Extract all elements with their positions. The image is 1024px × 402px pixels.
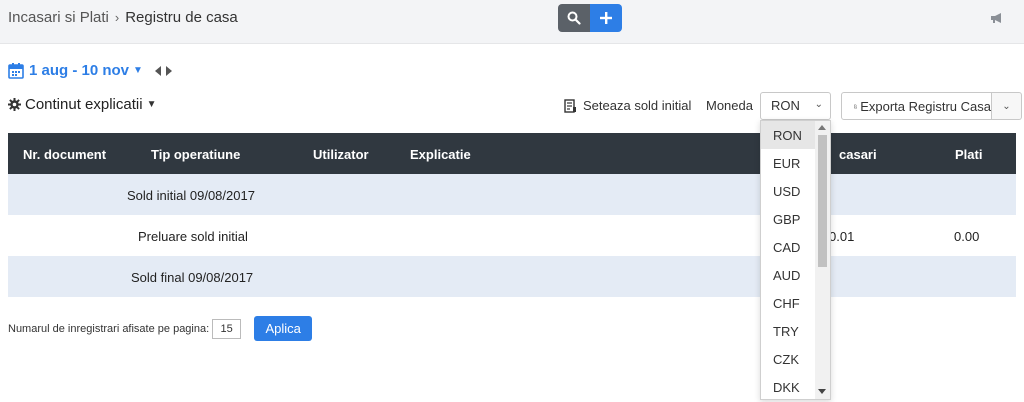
set-initial-balance-button[interactable]: Seteaza sold initial xyxy=(564,98,691,113)
chevron-down-icon[interactable]: ▼ xyxy=(133,65,143,76)
currency-label: Moneda xyxy=(706,98,753,113)
export-options-toggle[interactable]: ⌄ xyxy=(992,92,1022,120)
table-row: Sold final 09/08/2017 xyxy=(8,256,1016,297)
breadcrumb-root-link[interactable]: Incasari si Plati xyxy=(8,9,109,26)
table-row: Sold initial 09/08/2017 xyxy=(8,174,1016,215)
column-header-doc-number[interactable]: Nr. document xyxy=(23,147,106,162)
export-register-button[interactable]: Exporta Registru Casa xyxy=(841,92,992,120)
incasari-cell: 0.01 xyxy=(829,229,855,244)
date-range-row: 1 aug - 10 nov ▼ xyxy=(8,62,172,79)
column-header-user[interactable]: Utilizator xyxy=(313,147,369,162)
date-range-selector[interactable]: 1 aug - 10 nov xyxy=(29,62,129,79)
apply-button[interactable]: Aplica xyxy=(254,316,313,341)
operation-type-cell: Sold final 09/08/2017 xyxy=(131,270,254,285)
add-button[interactable] xyxy=(590,4,622,32)
operation-type-cell: Preluare sold initial xyxy=(138,229,248,244)
export-group: Exporta Registru Casa ⌄ xyxy=(841,92,1022,120)
chevron-down-icon: ▼ xyxy=(146,99,157,110)
per-page-label: Numarul de inregistrari afisate pe pagin… xyxy=(8,322,210,335)
document-edit-icon xyxy=(564,98,576,113)
search-button[interactable] xyxy=(558,4,590,32)
currency-selected-value: RON xyxy=(771,98,800,113)
currency-dropdown: RON EUR USD GBP CAD AUD CHF TRY CZK DKK xyxy=(760,120,831,400)
explanations-label: Continut explicatii xyxy=(25,96,143,113)
cash-register-table: Nr. document Tip operatiune Utilizator E… xyxy=(8,133,1016,297)
column-header-incasari[interactable]: casari xyxy=(839,147,877,162)
page-title: Registru de casa xyxy=(125,9,238,26)
gear-icon xyxy=(8,98,21,111)
plati-cell: 0.00 xyxy=(954,229,980,244)
set-initial-balance-label: Seteaza sold initial xyxy=(583,98,692,113)
currency-select[interactable]: RON ⌄ xyxy=(760,92,831,120)
search-icon xyxy=(567,11,581,25)
pdf-file-icon xyxy=(854,104,858,108)
scrollbar-thumb[interactable] xyxy=(818,135,827,267)
plus-icon xyxy=(600,12,612,24)
table-row: Preluare sold initial 0.01 0.00 xyxy=(8,215,1016,256)
announcements-button[interactable] xyxy=(990,11,1004,29)
top-actions xyxy=(558,4,622,32)
chevron-down-icon: ⌄ xyxy=(814,99,823,110)
dropdown-scrollbar[interactable] xyxy=(815,121,830,399)
per-page-input[interactable]: 15 xyxy=(212,318,242,339)
next-period-icon[interactable] xyxy=(165,65,172,76)
breadcrumb-separator: › xyxy=(114,10,120,25)
column-header-plati[interactable]: Plati xyxy=(955,147,982,162)
pagination-footer: Numarul de inregistrari afisate pe pagin… xyxy=(8,316,313,341)
date-nav xyxy=(154,65,172,76)
table-header: Nr. document Tip operatiune Utilizator E… xyxy=(8,133,1016,174)
breadcrumb: Incasari si Plati › Registru de casa xyxy=(8,9,238,26)
explanations-toggle[interactable]: Continut explicatii ▼ xyxy=(8,96,156,113)
top-bar: Incasari si Plati › Registru de casa xyxy=(0,0,1024,44)
scroll-down-icon[interactable] xyxy=(818,389,826,394)
calendar-icon xyxy=(8,63,24,79)
export-register-label: Exporta Registru Casa xyxy=(860,98,991,114)
megaphone-icon xyxy=(991,13,1001,23)
column-header-explanation[interactable]: Explicatie xyxy=(410,147,471,162)
chevron-down-icon: ⌄ xyxy=(1002,100,1011,112)
scroll-up-icon[interactable] xyxy=(818,125,826,130)
column-header-operation-type[interactable]: Tip operatiune xyxy=(151,147,240,162)
prev-period-icon[interactable] xyxy=(154,65,162,76)
operation-type-cell: Sold initial 09/08/2017 xyxy=(127,188,255,203)
